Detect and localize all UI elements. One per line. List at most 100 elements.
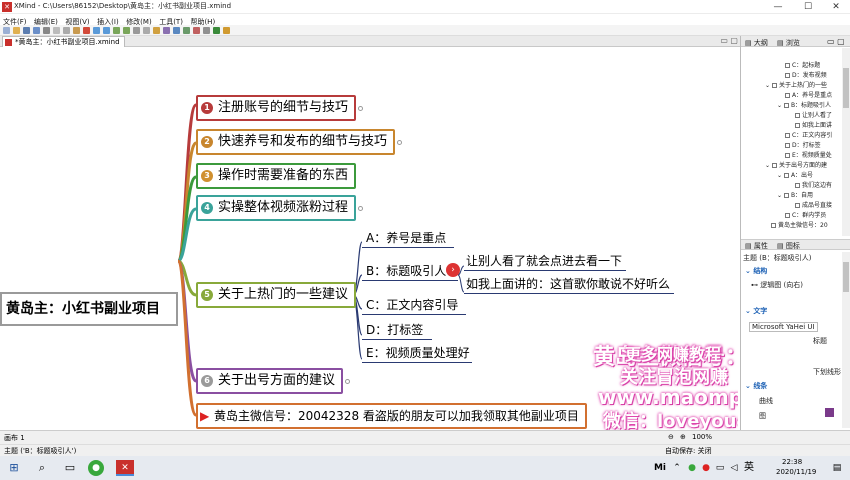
sheet-tab-1[interactable]: 画布 1 — [4, 433, 25, 443]
search-icon[interactable]: ⌕ — [34, 460, 50, 476]
collapse-toggle-icon[interactable] — [397, 140, 403, 145]
xmind-taskbar-icon[interactable]: ✕ — [116, 460, 134, 476]
topic-2[interactable]: 2 快速养号和发布的细节与技巧 — [196, 129, 403, 155]
outline-row[interactable]: D：打标签 — [785, 140, 821, 149]
outline-row[interactable]: C：起标题 — [785, 60, 820, 69]
sub-subtopic-1[interactable]: 让别人看了就会点进去看一下 — [466, 253, 622, 269]
outline-row[interactable]: 我们这边有 — [795, 180, 832, 189]
topic-icon[interactable] — [113, 26, 120, 34]
undo-icon[interactable] — [93, 26, 100, 34]
redo-icon[interactable] — [103, 26, 110, 34]
save-icon[interactable] — [23, 26, 30, 34]
zoom-out-icon[interactable]: ⊖ — [668, 433, 674, 441]
outline-row[interactable]: E：视频质量处 — [785, 150, 832, 159]
tab-outline[interactable]: ▤ 大纲 — [745, 38, 768, 48]
subtopic-e[interactable]: E：视频质量处理好 — [366, 345, 470, 361]
central-topic[interactable]: 黄岛主：小红书副业项目 — [0, 292, 178, 326]
task-view-icon[interactable]: ▭ — [62, 460, 78, 476]
paste-icon[interactable] — [73, 26, 80, 34]
topic-wechat[interactable]: ▶ 黄岛主微信号：20042328 看盗版的朋友可以加我领取其他副业项目 — [196, 403, 587, 429]
collapse-toggle-icon[interactable] — [358, 106, 364, 111]
tab-properties[interactable]: ▤ 属性 — [745, 241, 768, 251]
hyperlink-icon[interactable] — [183, 26, 190, 34]
outline-row[interactable]: ⌄ 关于上热门的一些 — [765, 80, 827, 89]
drill-down-icon[interactable] — [213, 26, 220, 34]
sub-subtopic-2[interactable]: 如我上面讲的：这首歌你敢说不好听么 — [466, 276, 670, 292]
outline-row[interactable]: D：发布视频 — [785, 70, 827, 79]
save-all-icon[interactable] — [33, 26, 40, 34]
tray-app-icon[interactable]: ● — [700, 460, 712, 476]
network-icon[interactable]: ▭ — [714, 460, 726, 476]
outline-row[interactable]: C：群内学员 — [785, 210, 826, 219]
line-type-select[interactable]: 曲线 — [759, 396, 773, 406]
topic-6[interactable]: 6 关于出号方面的建议 — [196, 368, 351, 394]
text-style-select[interactable]: 标题 — [813, 336, 827, 346]
outline-row[interactable]: ⌄ A：出号 — [777, 170, 813, 179]
properties-scrollbar[interactable] — [842, 252, 850, 428]
outline-scrollbar[interactable] — [842, 48, 850, 236]
boundary-icon[interactable] — [143, 26, 150, 34]
zoom-level[interactable]: 100% — [692, 433, 712, 441]
font-family-select[interactable]: Microsoft YaHei UI — [749, 322, 818, 332]
attachment-icon[interactable] — [193, 26, 200, 34]
underline-select[interactable]: 下划线形 — [813, 367, 841, 377]
notification-icon[interactable]: ▤ — [830, 460, 844, 476]
structure-select[interactable]: ⊷ 逻辑图 (向右) — [751, 280, 803, 290]
status-autosave[interactable]: 自动保存: 关闭 — [665, 446, 712, 456]
drill-up-icon[interactable] — [223, 26, 230, 34]
outline-row[interactable]: 让别人看了 — [795, 110, 832, 119]
tab-browse[interactable]: ▤ 浏览 — [777, 38, 800, 48]
new-icon[interactable] — [3, 26, 10, 34]
maximize-button[interactable]: ☐ — [794, 0, 822, 14]
mindmap-canvas[interactable]: 黄岛主：小红书副业项目 1 注册账号的细节与技巧 2 快速养号和发布的细节与技巧… — [0, 47, 738, 430]
zoom-in-icon[interactable]: ⊕ — [680, 433, 686, 441]
wechat-app-icon[interactable]: ● — [88, 460, 104, 476]
clock-date[interactable]: 2020/11/19 — [776, 468, 816, 476]
outline-scrollbar-thumb[interactable] — [843, 68, 849, 108]
subtopic-c[interactable]: C：正文内容引导 — [366, 297, 458, 313]
relationship-icon[interactable] — [133, 26, 140, 34]
close-button[interactable]: ✕ — [822, 0, 850, 14]
tab-icons[interactable]: ▤ 图标 — [777, 241, 800, 251]
editor-window-controls[interactable]: ▭ ▢ — [720, 36, 738, 46]
outline-row[interactable]: 如我上面讲 — [795, 120, 832, 129]
outline-row[interactable]: ⌄ B：自用 — [777, 190, 813, 199]
mi-tray-icon[interactable]: Mi — [652, 460, 668, 476]
volume-icon[interactable]: ◁ — [728, 460, 740, 476]
input-language[interactable]: 英 — [742, 460, 756, 476]
print-icon[interactable] — [43, 26, 50, 34]
outline-row[interactable]: 黄岛主微信号：20 — [771, 220, 828, 229]
copy-icon[interactable] — [63, 26, 70, 34]
open-icon[interactable] — [13, 26, 20, 34]
lines-section-header[interactable]: ⌄ 线条 — [745, 381, 767, 391]
marker-icon[interactable] — [163, 26, 170, 34]
outline-row[interactable]: A：养号是重点 — [785, 90, 832, 99]
clock-time[interactable]: 22:38 — [782, 458, 802, 466]
topic-4[interactable]: 4 实操整体视频涨粉过程 — [196, 195, 364, 221]
selected-branch-marker-icon[interactable]: › — [446, 263, 460, 277]
minimize-button[interactable]: — — [764, 0, 792, 14]
outline-row[interactable]: ⌄ B：标题吸引人 — [777, 100, 831, 109]
subtopic-d[interactable]: D：打标签 — [366, 322, 423, 338]
topic-5[interactable]: 5 关于上热门的一些建议 — [196, 282, 357, 308]
outline-row[interactable]: ⌄ 关于出号方面的建 — [765, 160, 827, 169]
outline-row[interactable]: C：正文内容引 — [785, 130, 832, 139]
subtopic-icon[interactable] — [123, 26, 130, 34]
properties-scrollbar-thumb[interactable] — [843, 262, 849, 292]
panel-minimize-icon[interactable]: ▭ ▢ — [827, 37, 845, 46]
summary-icon[interactable] — [153, 26, 160, 34]
document-tab[interactable]: *黄岛主：小红书副业项目.xmind — [2, 36, 125, 47]
outline-row[interactable]: 成品号直接 — [795, 200, 832, 209]
outline-tree[interactable]: C：起标题 D：发布视频 ⌄ 关于上热门的一些 A：养号是重点 ⌄ B：标题吸引… — [741, 48, 841, 236]
subtopic-b[interactable]: B：标题吸引人 — [366, 263, 446, 279]
subtopic-a[interactable]: A：养号是重点 — [366, 230, 446, 246]
windows-start-icon[interactable]: ⊞ — [6, 460, 22, 476]
structure-section-header[interactable]: ⌄ 结构 — [745, 266, 767, 276]
collapse-toggle-icon[interactable] — [345, 379, 351, 384]
topic-1[interactable]: 1 注册账号的细节与技巧 — [196, 95, 364, 121]
tray-wechat-icon[interactable]: ● — [686, 460, 698, 476]
note-icon[interactable] — [203, 26, 210, 34]
tray-expand-icon[interactable]: ⌃ — [672, 460, 682, 476]
delete-icon[interactable] — [83, 26, 90, 34]
line-color-swatch[interactable] — [825, 408, 834, 417]
